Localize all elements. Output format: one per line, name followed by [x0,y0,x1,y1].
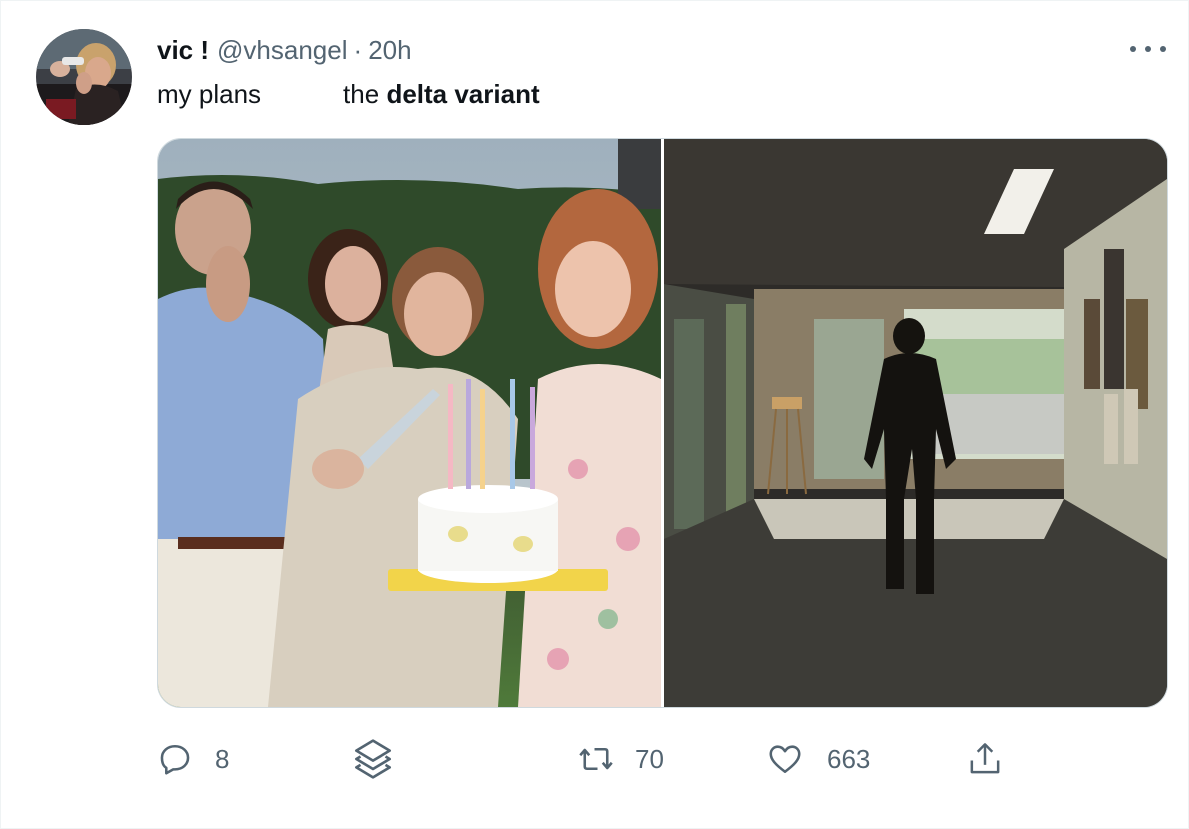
more-dot-3 [1160,46,1166,52]
like-count: 663 [827,743,871,774]
birthday-party-photo[interactable] [158,139,661,707]
share-button[interactable] [967,737,1003,781]
avatar-image [36,29,132,125]
share-icon [970,743,1000,774]
stack-button[interactable] [353,737,393,781]
layers-icon [355,739,391,779]
separator-dot: · [353,35,363,65]
tweet-header: vic ! @vhsangel · 20h [157,35,412,65]
man-walking-in-hallway-photo[interactable] [664,139,1167,707]
speech-bubble-icon [160,744,190,775]
tweet-text-part2: the [343,79,380,109]
user-handle[interactable]: @vhsangel [217,35,347,65]
more-dot-1 [1130,46,1136,52]
retweet-count: 70 [635,743,664,774]
tweet-text-bold: delta variant [386,79,540,109]
tweet-text: my plans the delta variant [157,77,540,111]
tweet-text-part1: my plans [157,79,262,109]
retweet-icon [579,747,613,771]
tweet-card[interactable]: vic ! @vhsangel · 20h my plans the delta … [0,0,1189,829]
reply-count: 8 [215,743,230,774]
more-options-icon[interactable] [1130,37,1166,61]
heart-icon [769,745,801,774]
reply-button[interactable]: 8 [157,737,229,781]
avatar[interactable] [36,29,132,125]
timestamp[interactable]: 20h [368,35,411,65]
tweet-actions: 8 70 663 [157,737,1017,781]
like-button[interactable]: 663 [767,737,870,781]
retweet-button[interactable]: 70 [577,737,664,781]
more-dot-2 [1145,46,1151,52]
tweet-media [157,138,1168,708]
display-name[interactable]: vic ! [157,35,209,65]
